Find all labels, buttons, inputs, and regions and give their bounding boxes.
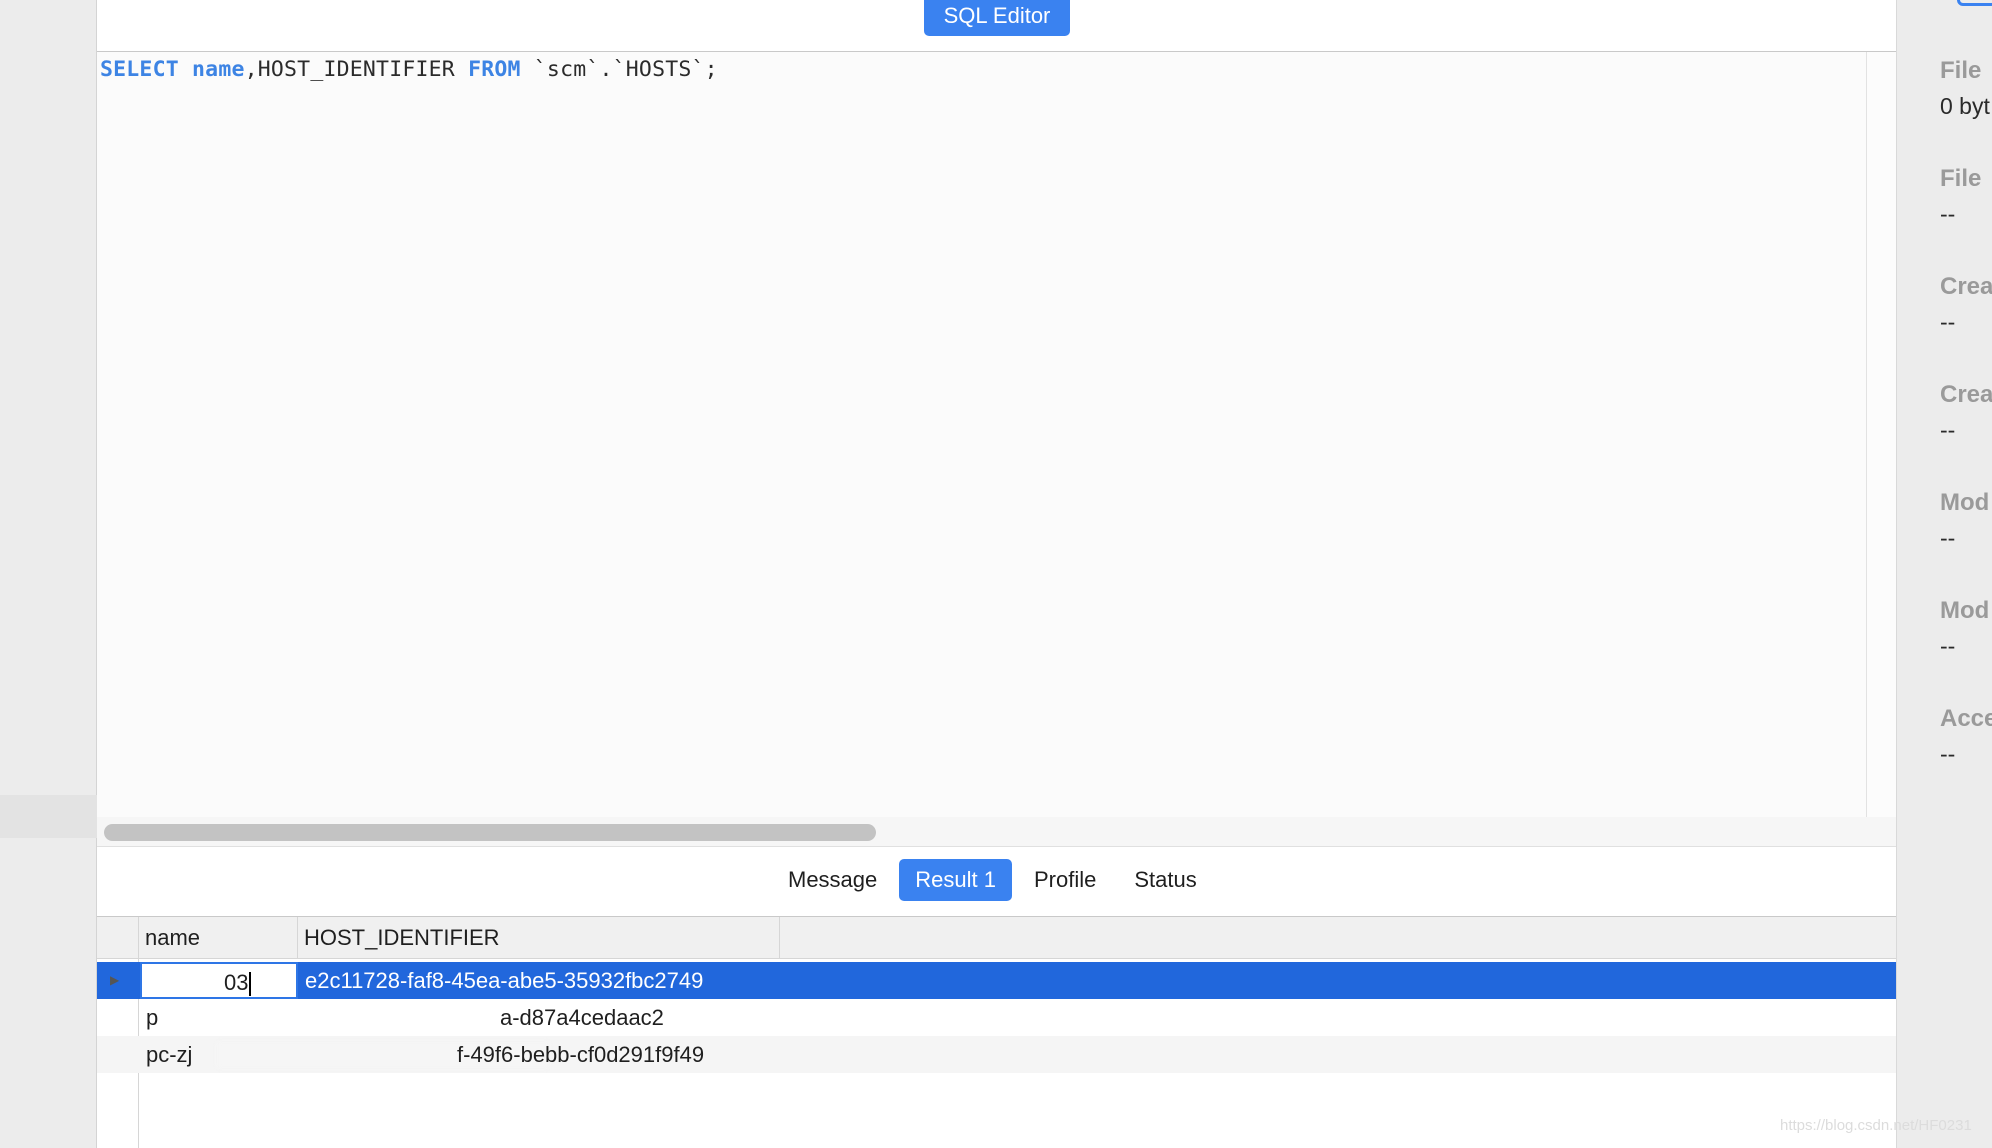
info-label: File (1940, 165, 1982, 192)
main-panel: SQL Editor SELECT name,HOST_IDENTIFIER F… (97, 0, 1896, 1148)
info-label: Mod (1940, 489, 1990, 516)
cell-host-identifier[interactable]: e2c11728-faf8-45ea-abe5-35932fbc2749 (305, 962, 1205, 999)
info-item: Mod -- (1940, 597, 1989, 660)
info-item: Crea -- (1940, 381, 1992, 444)
row-pointer-icon: ▶ (110, 973, 120, 987)
table-row[interactable]: ▶ 03 e2c11728-faf8-45ea-abe5-35932fbc274… (97, 962, 1896, 999)
sql-editor-button[interactable]: SQL Editor (924, 0, 1070, 36)
text-caret (249, 972, 252, 997)
sidebar-highlight-band (0, 795, 97, 838)
tab-profile[interactable]: Profile (1018, 859, 1112, 901)
info-value: -- (1940, 201, 1956, 227)
horizontal-scrollbar[interactable] (97, 817, 1896, 847)
grid-header-row: name HOST_IDENTIFIER (97, 917, 1896, 959)
code-fragment: ,HOST_IDENTIFIER (244, 57, 469, 82)
app-window: SQL Editor SELECT name,HOST_IDENTIFIER F… (0, 0, 1992, 1148)
keyword-from: FROM (468, 57, 521, 82)
tab-message[interactable]: Message (772, 859, 893, 901)
cell-value: 03 (224, 970, 249, 995)
scrollbar-thumb[interactable] (104, 824, 876, 841)
info-item: Acce -- (1940, 705, 1992, 768)
row-gutter-header (97, 917, 139, 959)
info-value: -- (1940, 525, 1956, 551)
info-value: -- (1940, 741, 1956, 767)
cell-name-editing[interactable]: 03 (140, 962, 298, 999)
panel-toggle-icon[interactable] (1957, 0, 1992, 6)
info-label: Acce (1940, 705, 1992, 732)
left-sidebar (0, 0, 97, 1148)
info-label: Mod (1940, 597, 1990, 624)
info-label: Crea (1940, 273, 1992, 300)
column-name-token: name (192, 57, 245, 82)
keyword-select: SELECT (100, 57, 179, 82)
tab-result-1[interactable]: Result 1 (899, 859, 1012, 901)
table-row[interactable]: pc-zj f-49f6-bebb-cf0d291f9f49 (97, 1036, 1896, 1073)
result-tabs: Message Result 1 Profile Status (772, 859, 1213, 901)
result-grid: name HOST_IDENTIFIER ▶ 03 e2c11728-faf8-… (97, 917, 1896, 1148)
table-row[interactable]: p a-d87a4cedaac2 (97, 999, 1896, 1036)
tab-status[interactable]: Status (1118, 859, 1212, 901)
info-label: Crea (1940, 381, 1992, 408)
column-header-host-identifier[interactable]: HOST_IDENTIFIER (298, 917, 780, 959)
redaction-blur (303, 1005, 495, 1031)
info-value: -- (1940, 633, 1956, 659)
info-value: -- (1940, 309, 1956, 335)
info-item: Crea -- (1940, 273, 1992, 336)
info-value: -- (1940, 417, 1956, 443)
sql-editor-area[interactable]: SELECT name,HOST_IDENTIFIER FROM `scm`.`… (97, 52, 1867, 817)
info-item: File 0 byt (1940, 57, 1990, 120)
cell-host-identifier[interactable]: f-49f6-bebb-cf0d291f9f49 (457, 1036, 1157, 1073)
info-value: 0 byt (1940, 93, 1990, 119)
watermark: https://blog.csdn.net/HF0231 (1780, 1117, 1972, 1134)
info-label: File (1940, 57, 1982, 84)
info-item: Mod -- (1940, 489, 1989, 552)
info-item: File -- (1940, 165, 1981, 228)
result-tab-bar: Message Result 1 Profile Status (97, 847, 1896, 917)
editor-toolbar: SQL Editor (97, 0, 1896, 52)
sql-code-line[interactable]: SELECT name,HOST_IDENTIFIER FROM `scm`.`… (100, 57, 718, 82)
code-table-ref: `scm`.`HOSTS`; (520, 57, 718, 82)
column-header-name[interactable]: name (139, 917, 298, 959)
object-info-panel: File 0 byt File -- Crea -- Crea -- Mod -… (1896, 0, 1992, 1148)
